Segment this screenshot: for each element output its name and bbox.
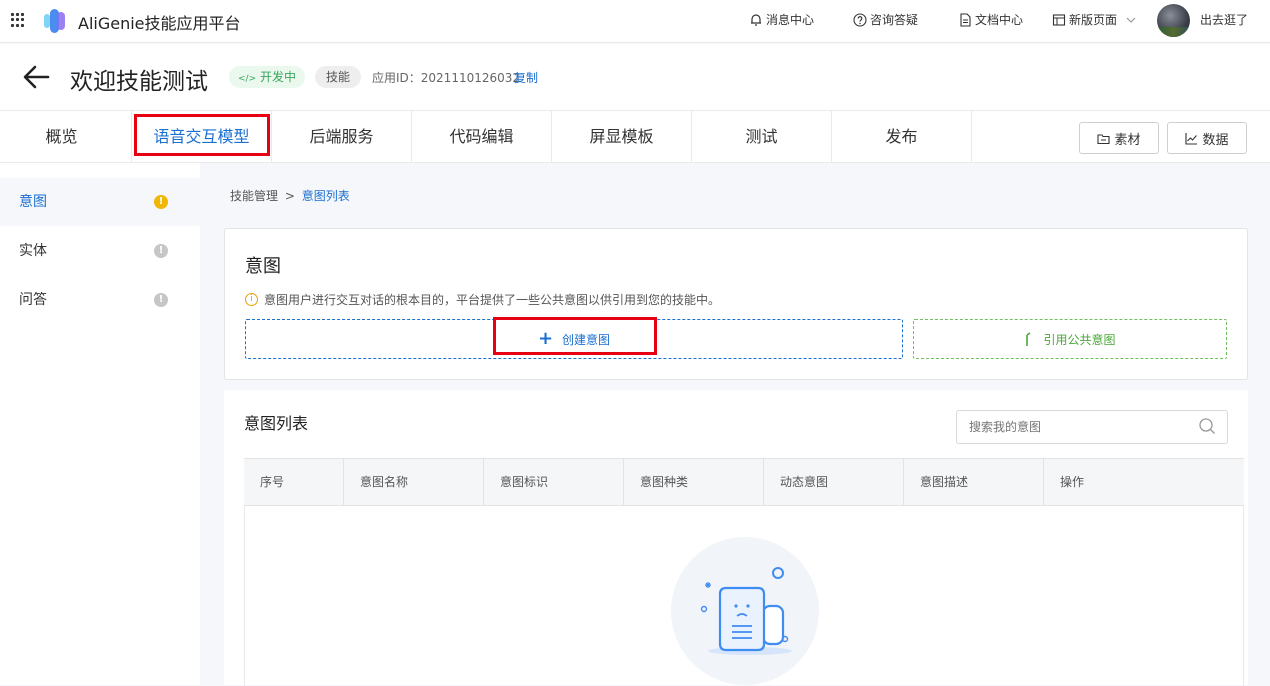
aligenie-logo <box>44 9 65 33</box>
status-badge: </> 开发中 <box>229 66 305 88</box>
status-label: 开发中 <box>259 70 296 84</box>
line-chart-icon <box>1185 132 1198 145</box>
column-header: 操作 <box>1060 475 1085 489</box>
reference-public-intent-button[interactable]: 引用公共意图 <box>913 319 1227 359</box>
app-grid-icon[interactable] <box>11 13 25 27</box>
intent-panel: 意图 i 意图用户进行交互对话的根本目的，平台提供了一些公共意图以供引用到您的技… <box>224 228 1248 380</box>
column-header: 意图标识 <box>484 459 624 505</box>
message-center-link[interactable]: 消息中心 <box>749 11 814 28</box>
info-line: i 意图用户进行交互对话的根本目的，平台提供了一些公共意图以供引用到您的技能中。 <box>245 291 720 308</box>
column-header: 动态意图 <box>764 459 904 505</box>
assets-button[interactable]: 素材 <box>1079 122 1159 154</box>
panel-title: 意图 <box>245 256 281 277</box>
sidebar-item-qa[interactable]: 问答 ! <box>0 276 200 324</box>
search-input[interactable] <box>956 410 1228 444</box>
code-icon: </> <box>238 74 257 84</box>
chevron-down-icon <box>1126 17 1136 23</box>
type-badge: 技能 <box>315 66 362 88</box>
tab-publish[interactable]: 发布 <box>832 111 972 163</box>
intent-list-panel: 意图列表 序号 意图名称 意图标识 意图种类 动态意图 意图描述 操作 <box>224 390 1248 686</box>
document-icon <box>960 12 971 27</box>
layout-icon <box>1052 13 1066 26</box>
user-name[interactable]: 出去逛了 <box>1200 11 1248 28</box>
breadcrumb-current: 意图列表 <box>301 189 350 203</box>
docs-link[interactable]: 文档中心 <box>958 11 1023 28</box>
help-link[interactable]: 咨询答疑 <box>853 11 918 28</box>
message-center-label: 消息中心 <box>766 13 815 27</box>
tab-backend[interactable]: 后端服务 <box>272 111 412 163</box>
platform-name: AliGenie技能应用平台 <box>78 14 241 33</box>
breadcrumb-separator: > <box>284 189 295 203</box>
sidebar-item-intent[interactable]: 意图 ! <box>0 178 200 226</box>
user-avatar[interactable] <box>1157 4 1190 37</box>
sidebar-item-entity[interactable]: 实体 ! <box>0 227 200 275</box>
column-header: 意图描述 <box>904 459 1044 505</box>
search-icon[interactable] <box>1198 417 1216 435</box>
sidebar: 意图 ! 实体 ! 问答 ! <box>0 163 200 685</box>
back-arrow-icon[interactable] <box>22 64 50 90</box>
skill-title: 欢迎技能测试 <box>70 69 208 95</box>
sidebar-item-label: 意图 <box>19 194 47 210</box>
top-bar: AliGenie技能应用平台 消息中心 咨询答疑 文档中心 新版页面 出去逛了 <box>0 0 1270 43</box>
bell-icon <box>751 13 761 26</box>
new-version-link[interactable]: 新版页面 <box>1052 11 1138 28</box>
column-header: 意图种类 <box>624 459 764 505</box>
branch-icon <box>1026 332 1031 346</box>
data-label: 数据 <box>1202 132 1229 148</box>
list-title: 意图列表 <box>244 414 309 433</box>
info-icon: i <box>245 293 258 306</box>
tab-code-editor[interactable]: 代码编辑 <box>412 111 552 163</box>
data-button[interactable]: 数据 <box>1167 122 1247 154</box>
help-label: 咨询答疑 <box>870 13 919 27</box>
warning-icon: ! <box>154 244 168 258</box>
sidebar-item-label: 实体 <box>19 243 47 259</box>
new-version-label: 新版页面 <box>1069 13 1118 27</box>
empty-state-illustration <box>671 537 819 685</box>
tab-test[interactable]: 测试 <box>692 111 832 163</box>
warning-icon: ! <box>154 293 168 307</box>
breadcrumb-parent[interactable]: 技能管理 <box>230 189 278 203</box>
tab-overview[interactable]: 概览 <box>0 111 132 163</box>
create-highlight-box <box>493 317 657 355</box>
breadcrumb: 技能管理 > 意图列表 <box>230 187 350 204</box>
skill-header: 欢迎技能测试 </> 开发中 技能 应用ID：2021110126032 复制 <box>0 44 1270 110</box>
assets-label: 素材 <box>1114 132 1141 148</box>
reference-public-intent-label: 引用公共意图 <box>1043 332 1116 347</box>
docs-label: 文档中心 <box>975 13 1024 27</box>
sidebar-item-label: 问答 <box>19 292 47 308</box>
copy-link[interactable]: 复制 <box>514 69 538 86</box>
info-text: 意图用户进行交互对话的根本目的，平台提供了一些公共意图以供引用到您的技能中。 <box>264 293 721 307</box>
warning-icon: ! <box>154 195 168 209</box>
tab-screen-template[interactable]: 屏显模板 <box>552 111 692 163</box>
app-id: 应用ID：2021110126032 <box>372 71 521 85</box>
folder-icon <box>1097 133 1111 144</box>
main-tabs: 概览 语音交互模型 后端服务 代码编辑 屏显模板 测试 发布 素材 数据 <box>0 110 1270 163</box>
tab-highlight-box <box>134 114 270 156</box>
question-icon <box>853 12 867 27</box>
column-header: 序号 <box>244 459 344 505</box>
column-header: 意图名称 <box>344 459 484 505</box>
table-header: 序号 意图名称 意图标识 意图种类 动态意图 意图描述 操作 <box>244 458 1244 506</box>
